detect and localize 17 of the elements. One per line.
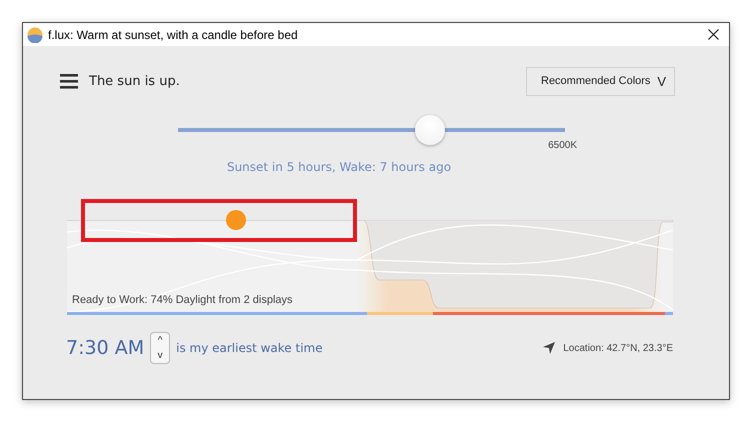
location-arrow-icon xyxy=(543,342,556,354)
window-title: f.lux: Warm at sunset, with a candle before bed xyxy=(48,28,298,42)
status-text: The sun is up. xyxy=(89,74,180,88)
wake-time: 7:30 AM xyxy=(66,337,144,359)
app-logo-icon xyxy=(27,26,43,42)
wake-label: is my earliest wake time xyxy=(176,341,323,355)
temperature-reading: 6500K xyxy=(548,140,577,151)
location-text: Location: 42.7°N, 23.3°E xyxy=(563,342,673,354)
graph-caption: Ready to Work: 74% Daylight from 2 displays xyxy=(72,294,292,306)
schedule-text: Sunset in 5 hours, Wake: 7 hours ago xyxy=(226,160,452,174)
close-icon[interactable] xyxy=(708,29,719,40)
up-button[interactable]: ^ xyxy=(151,333,170,348)
down-button[interactable]: v xyxy=(151,348,170,363)
preset-dropdown[interactable]: Recommended Colors V xyxy=(526,66,675,96)
sun-marker-icon[interactable] xyxy=(226,210,246,230)
menu-icon[interactable] xyxy=(60,74,78,88)
slider-thumb[interactable] xyxy=(414,115,445,145)
